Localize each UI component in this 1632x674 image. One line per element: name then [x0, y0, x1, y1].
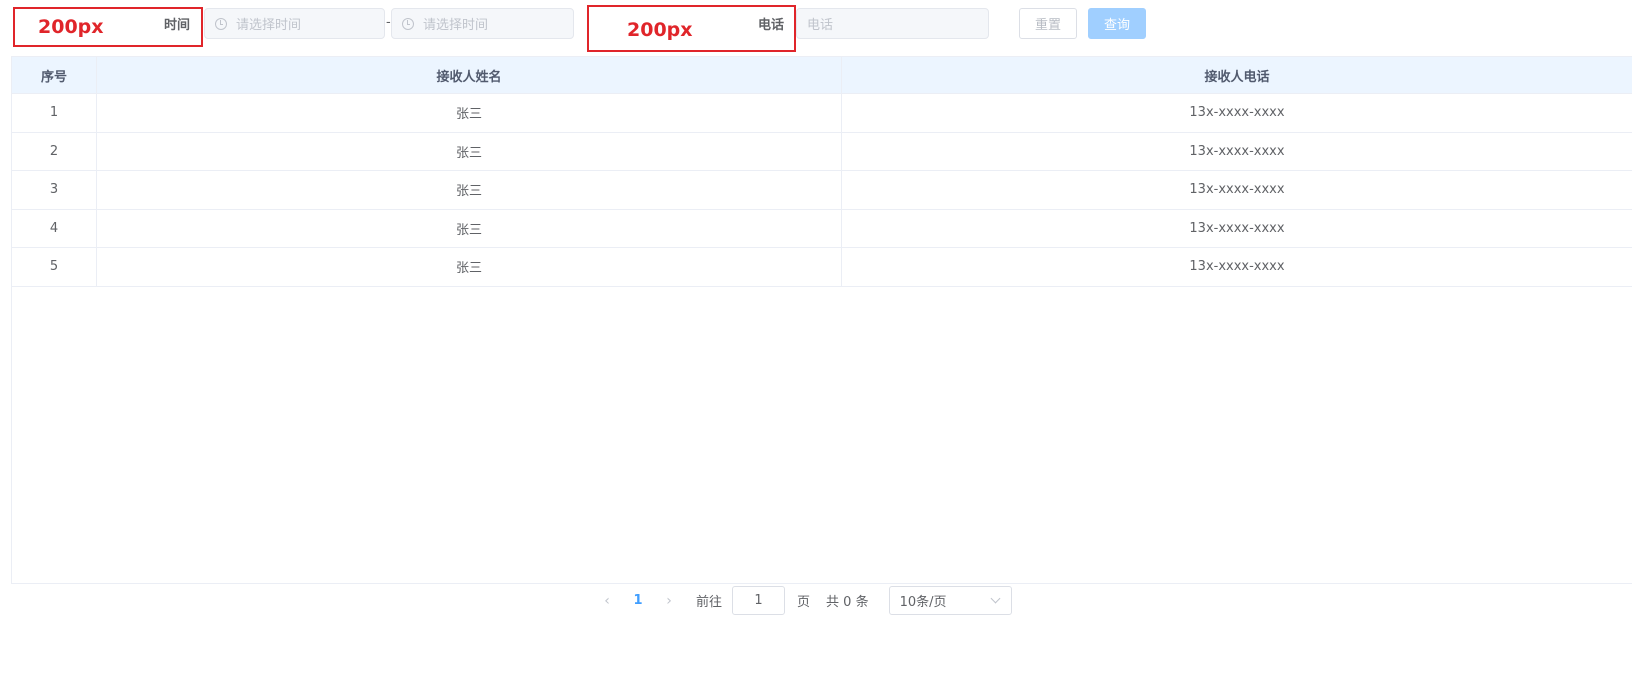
table-row: 1 张三 13x-xxxx-xxxx: [12, 94, 1632, 133]
cell-phone: 13x-xxxx-xxxx: [1189, 259, 1285, 275]
page-unit-label: 页: [797, 595, 811, 610]
cell-index: 5: [12, 248, 97, 286]
time-start-picker[interactable]: 请选择时间: [204, 8, 385, 39]
total-count: 共 0 条: [826, 595, 869, 610]
time-end-picker[interactable]: 请选择时间: [391, 8, 574, 39]
header-phone: 接收人电话: [1204, 69, 1270, 85]
page-size-value: 10条/页: [899, 595, 947, 610]
clock-icon: [215, 17, 227, 30]
cell-phone: 13x-xxxx-xxxx: [1189, 220, 1285, 236]
clock-icon: [402, 17, 414, 30]
chevron-down-icon: [990, 593, 1001, 604]
time-start-placeholder: 请选择时间: [236, 18, 302, 33]
data-table: 序号 接收人姓名 接收人电话 1 张三 13x-xxxx-xxxx 2 张三 1…: [11, 56, 1632, 584]
cell-index: 4: [12, 209, 97, 247]
phone-label: 电话: [758, 18, 785, 33]
reset-button[interactable]: 重置: [1019, 8, 1077, 39]
phone-input[interactable]: 电话: [796, 8, 989, 39]
cell-index: 1: [12, 94, 97, 132]
search-button[interactable]: 查询: [1088, 8, 1146, 39]
time-end-placeholder: 请选择时间: [423, 18, 489, 33]
page-size-select[interactable]: 10条/页: [888, 586, 1012, 615]
header-index: 序号: [12, 57, 97, 93]
cell-phone: 13x-xxxx-xxxx: [1189, 143, 1285, 159]
cell-index: 2: [12, 132, 97, 170]
time-label: 时间: [164, 18, 191, 33]
next-page-icon[interactable]: ›: [658, 593, 680, 609]
cell-phone: 13x-xxxx-xxxx: [1189, 105, 1285, 121]
table-row: 5 张三 13x-xxxx-xxxx: [12, 248, 1632, 287]
pagination: ‹ 1 › 前往 1 页 共 0 条 10条/页: [596, 586, 1012, 615]
page-number-current[interactable]: 1: [618, 593, 658, 608]
header-name: 接收人姓名: [97, 57, 842, 93]
prev-page-icon[interactable]: ‹: [596, 593, 618, 609]
cell-name: 张三: [97, 209, 842, 247]
cell-index: 3: [12, 171, 97, 209]
table-row: 2 张三 13x-xxxx-xxxx: [12, 132, 1632, 171]
annotation-label-phone: 200px: [627, 19, 693, 41]
goto-label: 前往: [696, 595, 723, 610]
cell-phone: 13x-xxxx-xxxx: [1189, 182, 1285, 198]
phone-placeholder: 电话: [807, 18, 834, 33]
annotation-label-time: 200px: [38, 16, 104, 38]
cell-name: 张三: [97, 171, 842, 209]
goto-page-input[interactable]: 1: [732, 586, 786, 615]
cell-name: 张三: [97, 248, 842, 286]
table-row: 4 张三 13x-xxxx-xxxx: [12, 209, 1632, 248]
table-row: 3 张三 13x-xxxx-xxxx: [12, 171, 1632, 210]
range-separator: -: [386, 15, 391, 30]
cell-name: 张三: [97, 132, 842, 170]
table-header: 序号 接收人姓名 接收人电话: [12, 56, 1632, 94]
cell-name: 张三: [97, 94, 842, 132]
